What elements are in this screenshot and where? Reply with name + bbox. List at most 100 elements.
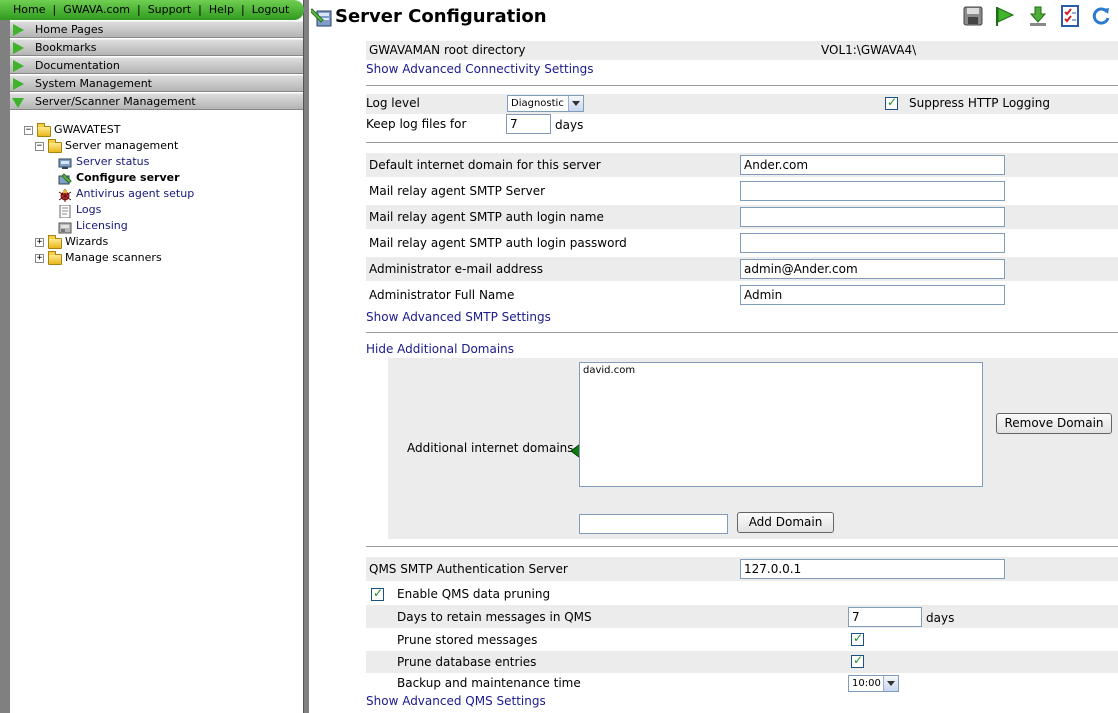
smtp-auth-password-label: Mail relay agent SMTP auth login passwor… [369, 236, 627, 250]
advanced-connectivity-link[interactable]: Show Advanced Connectivity Settings [366, 62, 594, 76]
collapse-toggle-icon[interactable]: − [24, 126, 33, 135]
enable-qms-pruning-label: Enable QMS data pruning [397, 587, 551, 601]
checklist-icon[interactable] [1059, 5, 1081, 27]
keep-log-days-input[interactable]: 7 [506, 114, 551, 134]
advanced-qms-link[interactable]: Show Advanced QMS Settings [366, 694, 546, 708]
advanced-smtp-link[interactable]: Show Advanced SMTP Settings [366, 310, 551, 324]
backup-time-label: Backup and maintenance time [397, 676, 581, 690]
download-icon[interactable] [1027, 5, 1049, 27]
logs-icon [59, 205, 71, 218]
retain-days-input[interactable]: 7 [848, 607, 922, 627]
expand-arrow-icon [13, 60, 24, 72]
expand-toggle-icon[interactable]: + [35, 254, 44, 263]
admin-email-input[interactable]: admin@Ander.com [740, 259, 1005, 279]
backup-time-value: 10:00 [852, 678, 881, 689]
tree-node-gwavatest[interactable]: GWAVATEST [54, 122, 120, 138]
tree-node-logs[interactable]: Logs [76, 202, 101, 218]
tree-node-antivirus-agent-setup[interactable]: Antivirus agent setup [76, 186, 194, 202]
top-nav-bar: Home | GWAVA.com | Support | Help | Logout [0, 0, 304, 20]
tree-node-licensing[interactable]: Licensing [76, 218, 128, 234]
menu-label: System Management [35, 77, 152, 90]
collapse-arrow-icon [12, 98, 24, 108]
additional-domains-list[interactable]: david.com [579, 362, 983, 487]
default-domain-input[interactable]: Ander.com [740, 155, 1005, 175]
divider [366, 332, 1118, 333]
smtp-server-input[interactable] [740, 181, 1005, 201]
licensing-icon [58, 222, 72, 234]
folder-icon [48, 251, 62, 265]
smtp-auth-login-input[interactable] [740, 207, 1005, 227]
prune-stored-checkbox[interactable] [851, 631, 864, 646]
admin-name-input[interactable]: Admin [740, 285, 1005, 305]
backup-time-select[interactable]: 10:00 [848, 675, 899, 692]
configure-server-icon [58, 173, 72, 185]
log-level-select[interactable]: Diagnostic [507, 95, 584, 112]
keep-log-days-unit: days [555, 118, 584, 132]
menu-label: Home Pages [35, 23, 104, 36]
menu-label: Bookmarks [35, 41, 97, 54]
expand-arrow-icon [13, 42, 24, 54]
smtp-auth-password-input[interactable] [740, 233, 1005, 253]
tree-node-server-management[interactable]: Server management [65, 138, 178, 154]
prune-db-checkbox[interactable] [851, 653, 864, 668]
menu-bookmarks[interactable]: Bookmarks [10, 39, 303, 56]
hide-additional-domains-link[interactable]: Hide Additional Domains [366, 342, 514, 356]
bookmark-flag-icon[interactable] [994, 5, 1016, 27]
log-level-value: Diagnostic [511, 98, 564, 109]
qms-auth-server-label: QMS SMTP Authentication Server [369, 562, 568, 576]
menu-system-management[interactable]: System Management [10, 75, 303, 92]
folder-icon [37, 123, 51, 137]
suppress-http-logging-checkbox[interactable] [885, 95, 898, 110]
tree-node-manage-scanners[interactable]: Manage scanners [65, 250, 162, 266]
nav-logout-link[interactable]: Logout [252, 3, 290, 16]
save-icon[interactable] [962, 5, 984, 27]
enable-qms-pruning-checkbox[interactable] [371, 586, 384, 601]
expand-arrow-icon [13, 78, 24, 90]
suppress-http-logging-label: Suppress HTTP Logging [909, 96, 1050, 110]
menu-server-scanner-management[interactable]: Server/Scanner Management [10, 93, 303, 110]
page-title: Server Configuration [335, 6, 547, 27]
add-domain-button[interactable]: Add Domain [737, 512, 834, 533]
chevron-down-icon [883, 676, 898, 691]
menu-label: Server/Scanner Management [35, 95, 196, 108]
nav-support-link[interactable]: Support [148, 3, 191, 16]
nav-help-link[interactable]: Help [209, 3, 234, 16]
remove-domain-button[interactable]: Remove Domain [996, 413, 1112, 434]
admin-name-label: Administrator Full Name [369, 288, 515, 302]
tree-node-wizards[interactable]: Wizards [65, 234, 108, 250]
expand-toggle-icon[interactable]: + [35, 238, 44, 247]
retain-days-unit: days [926, 611, 955, 625]
divider [366, 546, 1118, 547]
prune-stored-label: Prune stored messages [397, 633, 538, 647]
domain-list-item[interactable]: david.com [583, 365, 979, 376]
menu-label: Documentation [35, 59, 120, 72]
folder-icon [48, 235, 62, 249]
menu-home-pages[interactable]: Home Pages [10, 21, 303, 38]
add-domain-input[interactable] [579, 514, 728, 534]
root-directory-label: GWAVAMAN root directory [369, 43, 526, 57]
divider [366, 85, 1118, 86]
expand-arrow-icon [13, 24, 24, 36]
default-domain-label: Default internet domain for this server [369, 158, 601, 172]
menu-documentation[interactable]: Documentation [10, 57, 303, 74]
root-directory-value: VOL1:\GWAVA4\ [821, 43, 917, 57]
configure-server-icon [311, 8, 332, 27]
keep-log-files-label: Keep log files for [366, 117, 467, 131]
folder-icon [48, 139, 62, 153]
qms-auth-server-input[interactable]: 127.0.0.1 [740, 559, 1005, 579]
nav-home-link[interactable]: Home [13, 3, 45, 16]
tree-node-configure-server[interactable]: Configure server [76, 170, 180, 186]
divider [366, 142, 1118, 143]
collapse-toggle-icon[interactable]: − [35, 142, 44, 151]
smtp-server-label: Mail relay agent SMTP Server [369, 184, 546, 198]
chevron-down-icon [568, 96, 583, 111]
admin-email-label: Administrator e-mail address [369, 262, 543, 276]
nav-gwava-link[interactable]: GWAVA.com [63, 3, 130, 16]
tree-node-server-status[interactable]: Server status [76, 154, 149, 170]
antivirus-agent-icon [58, 189, 72, 202]
additional-domains-label: Additional internet domains [407, 441, 574, 455]
smtp-auth-login-label: Mail relay agent SMTP auth login name [369, 210, 604, 224]
server-status-icon [58, 158, 72, 169]
log-level-label: Log level [366, 96, 420, 110]
refresh-icon[interactable] [1090, 5, 1112, 27]
